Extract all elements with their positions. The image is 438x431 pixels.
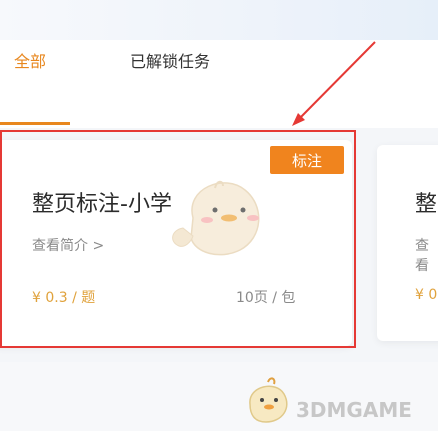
tabs-bar [0,40,438,128]
watermark-text: 3DMGAME [296,398,412,422]
active-tab-indicator [0,122,70,125]
next-task-price: ¥ 0 [415,287,438,303]
tab-unlocked-tasks[interactable]: 已解锁任务 [130,48,210,72]
tab-all[interactable]: 全部 [14,48,46,72]
next-task-title: 整 [415,192,438,217]
top-banner [0,0,438,40]
next-view-intro-link[interactable]: 查看 [415,235,438,275]
mascot-icon [172,180,260,256]
watermark-mascot-icon [249,377,288,423]
